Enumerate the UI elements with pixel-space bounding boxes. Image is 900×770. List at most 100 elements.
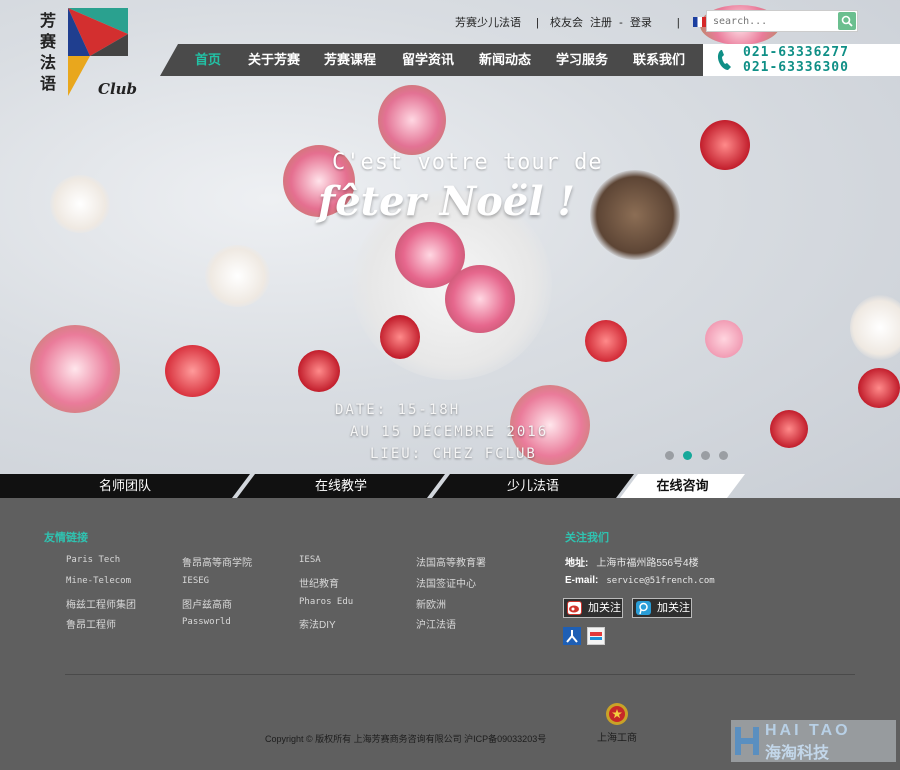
- tab-online-teaching[interactable]: 在线教学: [237, 474, 445, 498]
- banner-decor: [205, 245, 270, 307]
- weibo-follow-button[interactable]: 加关注: [563, 598, 623, 618]
- partner-link[interactable]: 鲁昂高等商学院: [182, 554, 252, 569]
- search-box: [706, 10, 858, 32]
- copyright: Copyright © 版权所有 上海芳赛商务咨询有限公司 沪ICP备09033…: [265, 734, 547, 744]
- partner-link[interactable]: 图卢兹高商: [182, 596, 232, 611]
- nav-item-study-abroad[interactable]: 留学资讯: [394, 44, 462, 76]
- nav-item-courses[interactable]: 芳赛课程: [316, 44, 384, 76]
- event-date: DATE: 15-18H: [335, 402, 461, 418]
- banner-decor: [298, 350, 340, 392]
- tencent-follow-button[interactable]: 加关注: [632, 598, 692, 618]
- partner-link[interactable]: Paris Tech: [66, 555, 120, 565]
- partner-link[interactable]: 世纪教育: [299, 575, 339, 590]
- banner-headline: C'est votre tour de: [332, 150, 603, 175]
- search-input[interactable]: [707, 11, 844, 32]
- event-location: LIEU: CHEZ FCLUB: [370, 446, 537, 462]
- banner-title: fêter Noël !: [318, 178, 575, 225]
- partner-link[interactable]: 沪江法语: [416, 616, 456, 631]
- banner-decor: [700, 120, 750, 170]
- partner-link[interactable]: 法国高等教育署: [416, 554, 486, 569]
- nav-item-home[interactable]: 首页: [182, 44, 234, 76]
- nav-item-services[interactable]: 学习服务: [548, 44, 616, 76]
- slider-dot[interactable]: [683, 451, 692, 460]
- partner-link[interactable]: Pharos Edu: [299, 597, 353, 607]
- tencent-weibo-icon: [636, 601, 651, 615]
- phone-number[interactable]: 021-63336277: [743, 45, 849, 60]
- partner-link[interactable]: 鲁昂工程师: [66, 616, 116, 631]
- follow-label: 加关注: [657, 602, 690, 614]
- phone-panel: 021-63336277 021-63336300: [703, 44, 900, 76]
- slider-dot[interactable]: [701, 451, 710, 460]
- feature-tabs: 名师团队 在线教学 少儿法语 在线咨询: [0, 474, 900, 498]
- banner-decor: [590, 170, 680, 260]
- partner-link[interactable]: 梅兹工程师集团: [66, 596, 136, 611]
- brand-club: Club: [98, 80, 138, 98]
- partner-link[interactable]: 新欧洲: [416, 596, 446, 611]
- weibo-icon: [567, 601, 582, 615]
- login-link[interactable]: 登录: [630, 17, 652, 29]
- search-button[interactable]: [838, 12, 856, 30]
- nav-item-about[interactable]: 关于芳赛: [240, 44, 308, 76]
- email-value[interactable]: service@51french.com: [606, 576, 714, 586]
- banner-decor: [585, 320, 627, 362]
- separator: |: [676, 17, 680, 29]
- separator: |: [536, 17, 539, 29]
- email: E-mail: service@51french.com: [565, 575, 715, 586]
- partner-link[interactable]: Passworld: [182, 617, 231, 627]
- partner-link[interactable]: 法国签证中心: [416, 575, 476, 590]
- main-nav: 首页 关于芳赛 芳赛课程 留学资讯 新闻动态 学习服务 联系我们: [160, 44, 703, 76]
- kids-link[interactable]: 芳赛少儿法语: [455, 17, 521, 29]
- national-emblem-icon[interactable]: [603, 701, 631, 727]
- tab-teachers[interactable]: 名师团队: [0, 474, 250, 498]
- nav-item-news[interactable]: 新闻动态: [471, 44, 539, 76]
- banner-decor: [770, 410, 808, 448]
- banner-decor: [445, 265, 515, 333]
- phone-number[interactable]: 021-63336300: [743, 60, 849, 75]
- phone-icon: [717, 50, 731, 70]
- watermark-subtext: 海淘科技: [765, 745, 830, 762]
- slider-dot[interactable]: [665, 451, 674, 460]
- watermark: HAI TAO 海淘科技: [731, 720, 896, 762]
- tab-kids-french[interactable]: 少儿法语: [432, 474, 634, 498]
- footer: 友情链接 Paris Tech 鲁昂高等商学院 IESA 法国高等教育署 Min…: [0, 498, 900, 770]
- banner-decor: [850, 295, 900, 360]
- banner-decor: [705, 320, 743, 358]
- address-value: 上海市福州路556号4楼: [596, 558, 699, 569]
- separator: -: [619, 17, 623, 29]
- address-label: 地址:: [565, 558, 589, 569]
- event-day: AU 15 DÉCEMBRE 2016: [350, 424, 549, 440]
- french-flag-icon[interactable]: [692, 17, 707, 27]
- top-links: 芳赛少儿法语 | 校友会 注册 - 登录 | Fr: [455, 14, 728, 30]
- brand-char: 芳: [40, 11, 57, 30]
- renren-icon[interactable]: [563, 627, 581, 645]
- alumni-link[interactable]: 校友会: [550, 17, 583, 29]
- watermark-text: HAI TAO: [765, 722, 851, 739]
- hero-banner[interactable]: 芳 赛 法 语 Club 芳赛少儿法语 | 校友会 注册 - 登录 | Fr 首…: [0, 0, 900, 498]
- partner-link[interactable]: IESEG: [182, 576, 209, 586]
- emblem-label: 上海工商: [597, 733, 637, 744]
- slider-dot[interactable]: [719, 451, 728, 460]
- nav-item-contact[interactable]: 联系我们: [625, 44, 693, 76]
- banner-decor: [378, 85, 446, 155]
- brand-name: 芳 赛 法 语: [40, 10, 62, 94]
- brand-char: 语: [40, 74, 57, 93]
- banner-decor: [858, 368, 900, 408]
- register-link[interactable]: 注册: [590, 17, 612, 29]
- brand-char: 赛: [40, 32, 57, 51]
- contact-title: 关注我们: [565, 532, 609, 544]
- banner-decor: [30, 325, 120, 413]
- partner-link[interactable]: 索法DIY: [299, 616, 336, 631]
- address: 地址: 上海市福州路556号4楼: [565, 554, 699, 569]
- banner-decor: [380, 315, 420, 359]
- banner-decor: [165, 345, 220, 397]
- youku-icon[interactable]: [587, 627, 605, 645]
- brand-char: 法: [40, 53, 57, 72]
- partner-link[interactable]: Mine-Telecom: [66, 576, 131, 586]
- email-label: E-mail:: [565, 575, 599, 586]
- search-icon: [841, 15, 853, 27]
- partner-link[interactable]: IESA: [299, 555, 321, 565]
- slider-dots: [665, 447, 737, 465]
- tab-online-consult[interactable]: 在线咨询: [620, 474, 745, 498]
- footer-divider: [65, 674, 855, 675]
- banner-decor: [50, 175, 110, 233]
